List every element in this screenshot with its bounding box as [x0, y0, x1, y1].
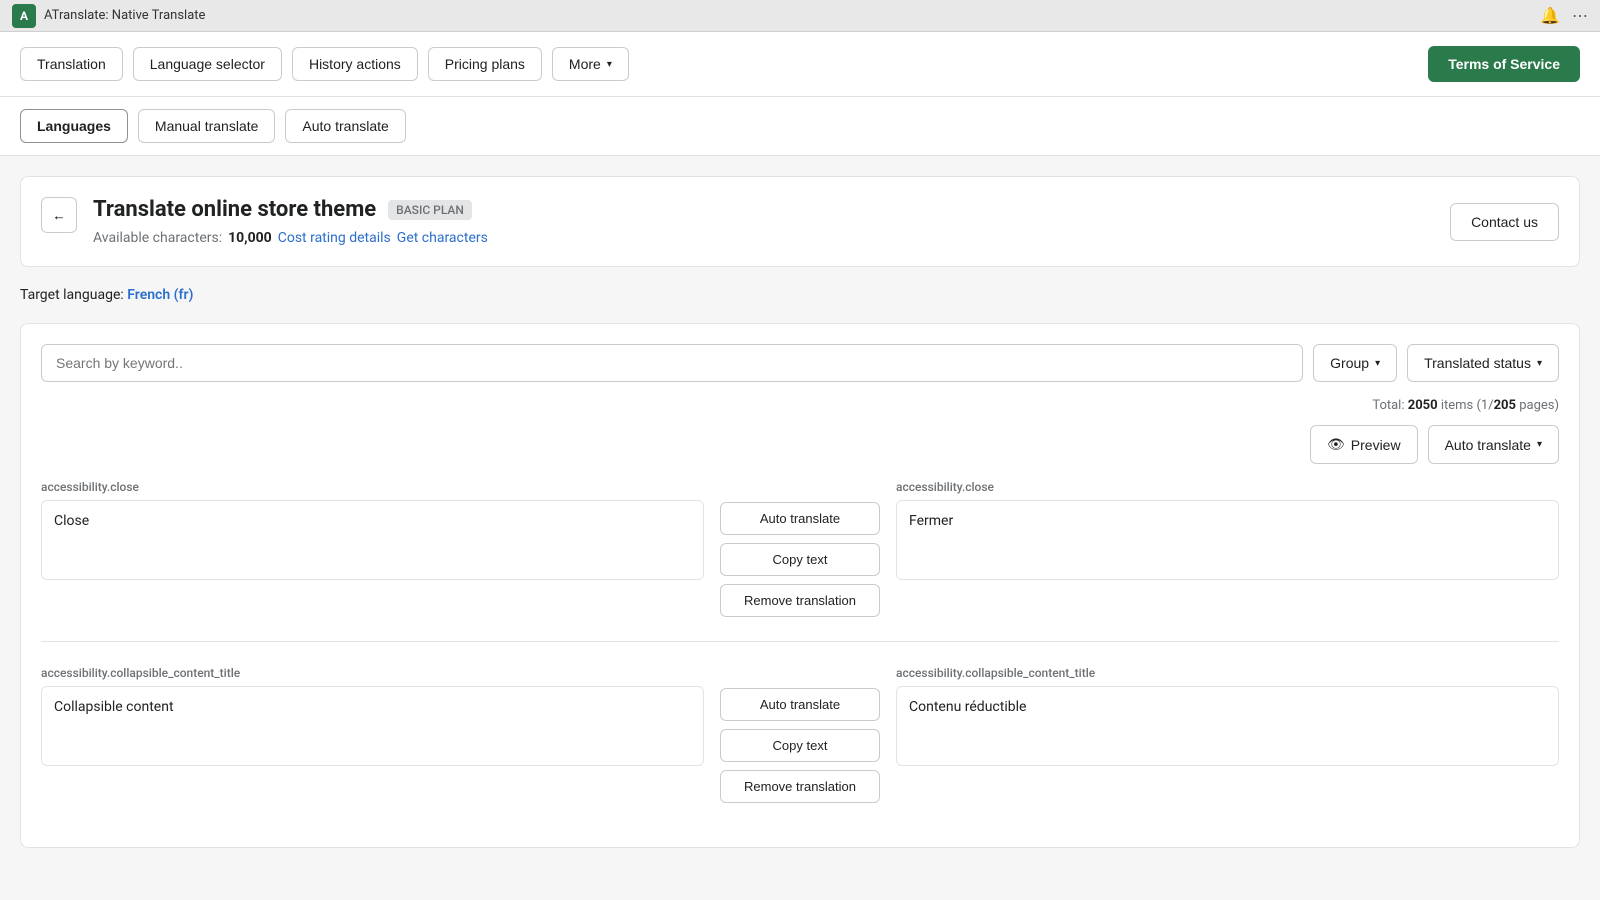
browser-bar: A ATranslate: Native Translate 🔔 ⋯ [0, 0, 1600, 32]
content-area: ← Translate online store theme BASIC PLA… [0, 156, 1600, 868]
stats-row: Total: 2050 items (1/205 pages) [41, 398, 1559, 413]
source-column-1: accessibility.close Close [41, 480, 704, 617]
page-header: ← Translate online store theme BASIC PLA… [20, 176, 1580, 267]
target-key-label-1: accessibility.close [896, 480, 1559, 494]
group-filter-button[interactable]: Group ▾ [1313, 344, 1397, 382]
main-container: Translation Language selector History ac… [0, 32, 1600, 900]
actions-column-1: Auto translate Copy text Remove translat… [720, 502, 880, 617]
top-nav: Translation Language selector History ac… [0, 32, 1600, 97]
actions-bar: 👁 Preview Auto translate ▾ [41, 425, 1559, 464]
target-text-2[interactable]: Contenu réductible [896, 686, 1559, 766]
subnav-auto-translate[interactable]: Auto translate [285, 109, 405, 143]
browser-actions: 🔔 ⋯ [1540, 6, 1588, 25]
target-text-1[interactable]: Fermer [896, 500, 1559, 580]
more-chevron-icon: ▾ [607, 59, 612, 70]
group-label: Group [1330, 355, 1369, 371]
copy-text-btn-1[interactable]: Copy text [720, 543, 880, 576]
auto-translate-main-label: Auto translate [1445, 437, 1531, 453]
translation-row-2: accessibility.collapsible_content_title … [41, 666, 1559, 803]
chars-value: 10,000 [228, 230, 272, 246]
page-title: Translate online store theme [93, 197, 376, 222]
contact-us-button[interactable]: Contact us [1450, 203, 1559, 241]
target-key-label-2: accessibility.collapsible_content_title [896, 666, 1559, 680]
page-header-info: Translate online store theme BASIC PLAN … [93, 197, 1450, 246]
row-divider-1 [41, 641, 1559, 642]
preview-eye-icon: 👁 [1327, 436, 1345, 453]
nav-history-actions[interactable]: History actions [292, 47, 418, 81]
target-language-value[interactable]: French (fr) [127, 287, 193, 303]
get-chars-link[interactable]: Get characters [397, 230, 488, 246]
source-column-2: accessibility.collapsible_content_title … [41, 666, 704, 803]
remove-translation-btn-2[interactable]: Remove translation [720, 770, 880, 803]
auto-translate-btn-2[interactable]: Auto translate [720, 688, 880, 721]
actions-column-2: Auto translate Copy text Remove translat… [720, 688, 880, 803]
subnav-manual-translate[interactable]: Manual translate [138, 109, 276, 143]
search-input[interactable] [41, 344, 1303, 382]
back-arrow-icon: ← [52, 208, 65, 223]
nav-more[interactable]: More ▾ [552, 47, 629, 81]
bell-icon[interactable]: 🔔 [1540, 6, 1560, 25]
target-language-row: Target language: French (fr) [20, 287, 1580, 303]
auto-translate-main-button[interactable]: Auto translate ▾ [1428, 425, 1559, 464]
translated-status-label: Translated status [1424, 355, 1531, 371]
source-text-1: Close [41, 500, 704, 580]
group-chevron-icon: ▾ [1375, 358, 1380, 369]
auto-translate-chevron-icon: ▾ [1537, 439, 1542, 450]
app-logo: A [12, 4, 36, 28]
chars-label: Available characters: [93, 230, 222, 246]
preview-label: Preview [1351, 437, 1401, 453]
chars-info: Available characters: 10,000 Cost rating… [93, 230, 1450, 246]
total-count: 2050 [1408, 398, 1438, 413]
copy-text-btn-2[interactable]: Copy text [720, 729, 880, 762]
back-button[interactable]: ← [41, 197, 77, 233]
preview-button[interactable]: 👁 Preview [1310, 425, 1418, 464]
translated-status-button[interactable]: Translated status ▾ [1407, 344, 1559, 382]
target-language-label: Target language: [20, 287, 124, 303]
page-title-row: Translate online store theme BASIC PLAN [93, 197, 1450, 222]
nav-translation[interactable]: Translation [20, 47, 123, 81]
plan-badge: BASIC PLAN [388, 200, 472, 220]
source-text-2: Collapsible content [41, 686, 704, 766]
pages-text: items (1/205 pages) [1441, 398, 1559, 413]
nav-pricing-plans[interactable]: Pricing plans [428, 47, 542, 81]
cost-rating-link[interactable]: Cost rating details [278, 230, 391, 246]
total-label: Total: [1372, 398, 1404, 413]
translation-panel: Group ▾ Translated status ▾ Total: 2050 … [20, 323, 1580, 848]
menu-icon[interactable]: ⋯ [1572, 6, 1588, 25]
sub-nav: Languages Manual translate Auto translat… [0, 97, 1600, 156]
translated-status-chevron-icon: ▾ [1537, 358, 1542, 369]
terms-of-service-button[interactable]: Terms of Service [1428, 46, 1580, 82]
subnav-languages[interactable]: Languages [20, 109, 128, 143]
remove-translation-btn-1[interactable]: Remove translation [720, 584, 880, 617]
source-key-label-2: accessibility.collapsible_content_title [41, 666, 704, 680]
filter-bar: Group ▾ Translated status ▾ [41, 344, 1559, 382]
target-column-1: accessibility.close Fermer [896, 480, 1559, 617]
target-column-2: accessibility.collapsible_content_title … [896, 666, 1559, 803]
auto-translate-btn-1[interactable]: Auto translate [720, 502, 880, 535]
nav-language-selector[interactable]: Language selector [133, 47, 282, 81]
source-key-label-1: accessibility.close [41, 480, 704, 494]
translation-row: accessibility.close Close Auto translate… [41, 480, 1559, 617]
browser-title: ATranslate: Native Translate [44, 8, 205, 23]
